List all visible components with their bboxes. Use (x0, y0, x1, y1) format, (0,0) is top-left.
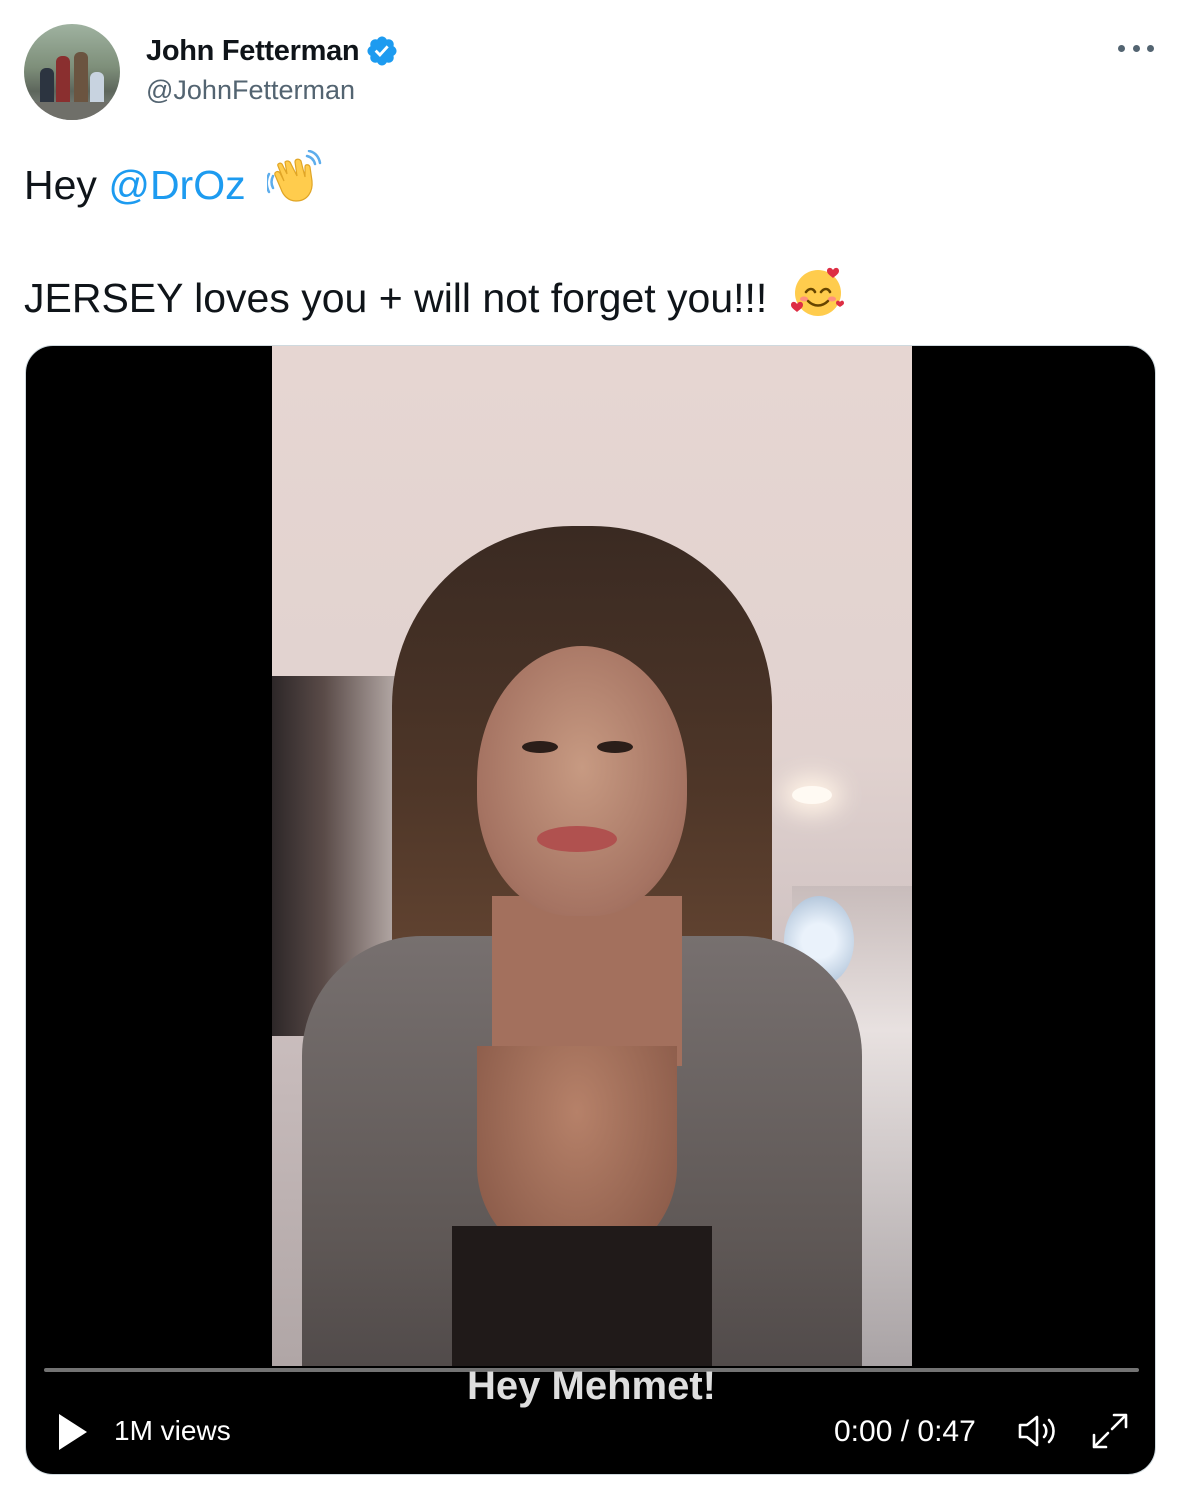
author-display-name[interactable]: John Fetterman (146, 35, 360, 68)
avatar[interactable] (24, 24, 120, 120)
video-player[interactable]: Hey Mehmet! 1M views 0:00 / 0:47 (25, 345, 1156, 1475)
author-name-row: John Fetterman (146, 34, 399, 68)
video-controls: 1M views 0:00 / 0:47 (26, 1401, 1155, 1461)
tweet-text-line-2: JERSEY loves you + will not forget you!!… (24, 266, 847, 336)
smiling-face-with-hearts-emoji-icon (789, 262, 847, 332)
tweet: John Fetterman @JohnFetterman Hey @DrOz … (0, 0, 1178, 1498)
view-count: 1M views (114, 1415, 231, 1446)
volume-icon[interactable] (1016, 1411, 1062, 1451)
author-handle[interactable]: @JohnFetterman (146, 75, 355, 106)
video-time: 0:00 / 0:47 (834, 1415, 976, 1448)
verified-badge-icon (365, 34, 399, 68)
waving-hand-emoji-icon (265, 149, 323, 218)
play-icon[interactable] (56, 1412, 90, 1452)
mention-link[interactable]: @DrOz (108, 162, 245, 208)
video-frame[interactable] (272, 346, 912, 1366)
tweet-text-greeting: Hey (24, 161, 97, 208)
more-options-icon[interactable] (1118, 36, 1154, 60)
fullscreen-icon[interactable] (1088, 1409, 1132, 1453)
tweet-text-line-1: Hey @DrOz (24, 149, 323, 222)
tweet-text-body: JERSEY loves you + will not forget you!!… (24, 274, 768, 321)
